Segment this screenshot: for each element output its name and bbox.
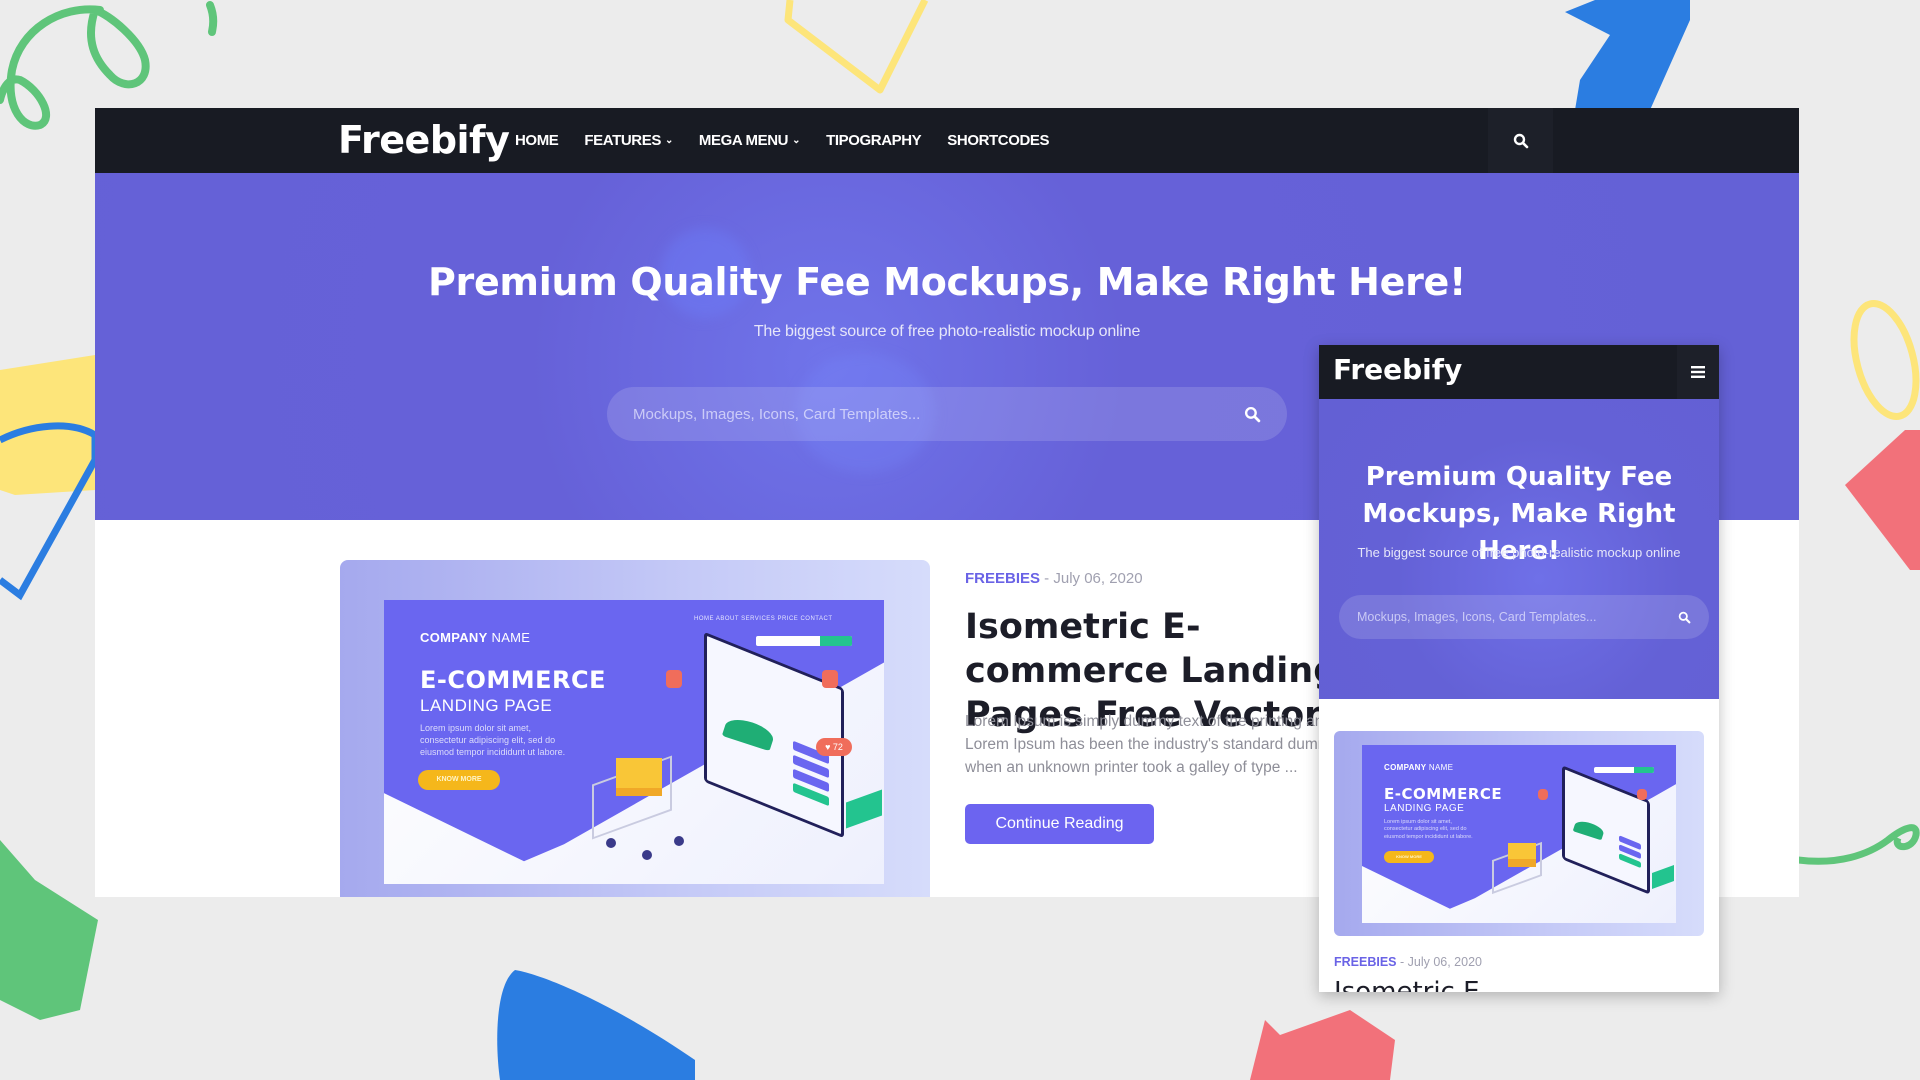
hero-search-input[interactable] (633, 405, 1244, 423)
site-logo[interactable]: Freebify (338, 118, 510, 162)
post-thumbnail[interactable]: COMPANY NAME E-COMMERCE LANDING PAGE Lor… (340, 560, 930, 897)
hero-subtitle: The biggest source of free photo-realist… (753, 323, 1141, 340)
continue-reading-button[interactable]: Continue Reading (965, 804, 1154, 844)
mobile-site-logo[interactable]: Freebify (1333, 353, 1462, 386)
blue-blob-decoration (1565, 0, 1690, 110)
illustration-like-bubble (822, 670, 838, 688)
nav-label: FEATURES (584, 132, 661, 149)
illustration-subheadline: LANDING PAGE (420, 696, 553, 715)
thumbnail-illustration: COMPANY NAME E-COMMERCE LANDING PAGE Lor… (384, 600, 884, 884)
illustration-badge: ♥ 72 (816, 738, 852, 756)
yellow-patch-decoration (0, 355, 99, 601)
mobile-search-bar (1339, 595, 1709, 639)
mobile-post-category-link[interactable]: FREEBIES (1334, 955, 1397, 969)
illustration-like-bubble (666, 670, 682, 688)
hero-search-bar (607, 387, 1287, 441)
mobile-header: Freebify (1319, 345, 1719, 399)
nav-label: MEGA MENU (698, 132, 789, 149)
search-icon[interactable] (1678, 611, 1691, 624)
mobile-post-thumbnail[interactable]: COMPANY NAME E-COMMERCE LANDING PAGE Lor… (1334, 731, 1704, 936)
nav-label: HOME (515, 132, 559, 149)
excerpt-line: Lorem Ipsum has been the industry's stan… (965, 736, 1325, 753)
hero-title: Premium Quality Fee Mockups, Make Right … (427, 260, 1467, 304)
header-search-button[interactable] (1488, 108, 1553, 173)
mobile-search-input[interactable] (1357, 610, 1678, 624)
post-date: - July 06, 2020 (1040, 570, 1143, 587)
nav-item-tipography[interactable]: TIPOGRAPHY (826, 132, 922, 149)
red-diamond-decoration (1845, 430, 1920, 570)
blue-drop-decoration (497, 970, 695, 1080)
nav-item-shortcodes[interactable]: SHORTCODES (947, 132, 1049, 149)
illustration-mini-nav: HOME ABOUT SERVICES PRICE CONTACT (694, 616, 833, 622)
mobile-post-title[interactable]: Isometric E (1334, 977, 1480, 992)
nav-label: TIPOGRAPHY (826, 132, 922, 149)
post-category-link[interactable]: FREEBIES (965, 570, 1040, 587)
nav-label: SHORTCODES (947, 132, 1050, 149)
thumbnail-illustration: COMPANY NAME E-COMMERCE LANDING PAGE Lor… (1362, 745, 1676, 923)
illustration-cta: KNOW MORE (418, 770, 500, 790)
yellow-outline-decoration (784, 0, 929, 94)
illustration-box (616, 758, 662, 796)
green-curl-decoration (1798, 824, 1920, 865)
red-shape-decoration (1250, 1010, 1395, 1080)
nav-item-features[interactable]: FEATURES ⌄ (584, 132, 673, 149)
illustration-headline: E-COMMERCE (420, 666, 607, 694)
main-nav: HOME FEATURES ⌄ MEGA MENU ⌄ TIPOGRAPHY SHO… (515, 108, 1050, 173)
mobile-preview: Freebify Premium Quality Fee Mockups, Ma… (1319, 345, 1719, 992)
mobile-hero-section: Premium Quality Fee Mockups, Make Right … (1319, 399, 1719, 699)
nav-item-mega-menu[interactable]: MEGA MENU ⌄ (698, 132, 801, 149)
mobile-post-meta: FREEBIES - July 06, 2020 (1334, 955, 1482, 969)
post-excerpt: Lorem Ipsum is simply dummy text of the … (965, 710, 1325, 779)
mobile-menu-button[interactable] (1677, 345, 1719, 399)
nav-item-home[interactable]: HOME (515, 132, 559, 149)
hamburger-icon (1691, 366, 1705, 378)
post-meta: FREEBIES - July 06, 2020 (965, 570, 1143, 587)
excerpt-line: when an unknown printer took a galley of… (965, 759, 1298, 776)
mobile-post-date: - July 06, 2020 (1396, 955, 1482, 969)
illustration-lorem: Lorem ipsum dolor sit amet, consectetur a… (420, 723, 566, 758)
illustration-mini-search (756, 636, 852, 646)
search-icon[interactable] (1244, 406, 1261, 423)
green-patch-decoration (0, 840, 98, 1020)
illustration-company-name: COMPANY NAME (420, 630, 531, 645)
yellow-ring-decoration (1850, 300, 1920, 420)
chevron-down-icon: ⌄ (792, 135, 801, 146)
excerpt-line: Lorem Ipsum is simply dummy text of the … (965, 713, 1325, 730)
mobile-hero-subtitle: The biggest source of free photo-realist… (1357, 545, 1681, 560)
chevron-down-icon: ⌄ (664, 135, 673, 146)
search-icon (1513, 133, 1528, 148)
site-header: Freebify HOME FEATURES ⌄ MEGA MENU ⌄ TIPOG… (95, 108, 1799, 173)
